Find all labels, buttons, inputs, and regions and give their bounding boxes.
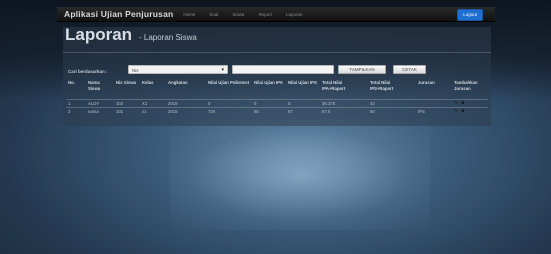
- nav-item-report[interactable]: Report: [258, 12, 272, 17]
- column-header-nilai-ips: Nilai Ujian IPS: [288, 80, 317, 85]
- cell-angkatan: 2015: [166, 99, 206, 108]
- column-header-nama-siswa: Nama Siswa: [88, 80, 101, 91]
- cell-nilai-psikotest: 0: [206, 99, 252, 108]
- cell-nis-siswa: 101: [114, 107, 140, 115]
- cell-nilai-ipa: 65: [252, 107, 286, 115]
- cell-nilai-psikotest: 720: [206, 107, 252, 115]
- cell-nis-siswa: 102: [114, 99, 140, 108]
- navbar-brand[interactable]: Aplikasi Ujian Penjurusan: [64, 9, 173, 19]
- trash-icon[interactable]: ■: [461, 109, 464, 114]
- cell-no: 2: [66, 107, 86, 115]
- cell-total-ipa: 36.375: [320, 99, 368, 108]
- pencil-icon[interactable]: ✎: [454, 109, 458, 114]
- column-header-no: No.: [68, 80, 75, 85]
- cell-kelas: x1: [140, 107, 166, 115]
- cell-nama-siswa: ALDY: [86, 99, 114, 108]
- cell-nilai-ips: 57: [286, 107, 320, 115]
- cell-actions: ✎ ■: [452, 107, 488, 115]
- column-header-total-ips: Total Nilai IPS+Raport: [370, 80, 394, 91]
- column-header-nilai-ipa: Nilai Ujian IPA: [254, 80, 283, 85]
- show-button[interactable]: TAMPILKAN: [338, 65, 386, 74]
- print-button[interactable]: CETAK: [393, 65, 426, 74]
- nav-menu: Home Soal Siswa Report Laporan: [183, 12, 316, 17]
- search-input[interactable]: [232, 65, 334, 74]
- cell-nama-siswa: nama: [86, 107, 114, 115]
- search-field-select[interactable]: Nis ▾: [128, 65, 228, 74]
- cell-jurusan: [416, 99, 452, 108]
- table-row: 2 nama 101 x1 2015 720 65 57 67.5 60 IPS…: [66, 107, 488, 115]
- nav-item-soal[interactable]: Soal: [209, 12, 218, 17]
- table-row: 1 ALDY 102 X1 2015 0 0 0 36.375 42 ✎ ■: [66, 99, 488, 108]
- column-header-total-ipa: Total Nilai IPA+Raport: [322, 80, 346, 91]
- title-divider: [63, 52, 491, 53]
- logout-button[interactable]: Logout: [457, 9, 483, 21]
- search-field-select-value: Nis: [132, 68, 139, 73]
- navbar: Aplikasi Ujian Penjurusan Home Soal Sisw…: [57, 7, 495, 22]
- cell-no: 1: [66, 99, 86, 108]
- background-glow: [170, 120, 430, 230]
- cell-total-ipa: 67.5: [320, 107, 368, 115]
- cell-actions: ✎ ■: [452, 99, 488, 108]
- nav-item-home[interactable]: Home: [183, 12, 195, 17]
- page-title: Laporan: [65, 25, 133, 44]
- column-header-tambahkan-jurusan: Tambahkan Jurusan: [454, 80, 478, 91]
- nav-item-siswa[interactable]: Siswa: [232, 12, 244, 17]
- pencil-icon[interactable]: ✎: [454, 101, 458, 106]
- search-label: Cari berdasarkan :: [68, 69, 108, 74]
- column-header-angkatan: Angkatan: [168, 80, 188, 85]
- cell-kelas: X1: [140, 99, 166, 108]
- cell-angkatan: 2015: [166, 107, 206, 115]
- cell-nilai-ips: 0: [286, 99, 320, 108]
- cell-total-ips: 60: [368, 107, 416, 115]
- cell-jurusan: IPS: [416, 107, 452, 115]
- table-header-row: No. Nama Siswa Nis Siswa Kelas Angkatan …: [66, 79, 488, 100]
- column-header-nis-siswa: Nis Siswa: [116, 80, 137, 85]
- trash-icon[interactable]: ■: [461, 101, 464, 106]
- column-header-nilai-psikotest: Nilai Ujian Psikotest: [208, 80, 250, 85]
- chevron-down-icon: ▾: [221, 67, 224, 73]
- cell-total-ips: 42: [368, 99, 416, 108]
- report-table: No. Nama Siswa Nis Siswa Kelas Angkatan …: [66, 79, 488, 115]
- column-header-jurusan: Jurusan: [418, 80, 435, 85]
- page-subtitle: - Laporan Siswa: [139, 33, 197, 42]
- column-header-kelas: Kelas: [142, 80, 154, 85]
- nav-item-laporan[interactable]: Laporan: [286, 12, 303, 17]
- cell-nilai-ipa: 0: [252, 99, 286, 108]
